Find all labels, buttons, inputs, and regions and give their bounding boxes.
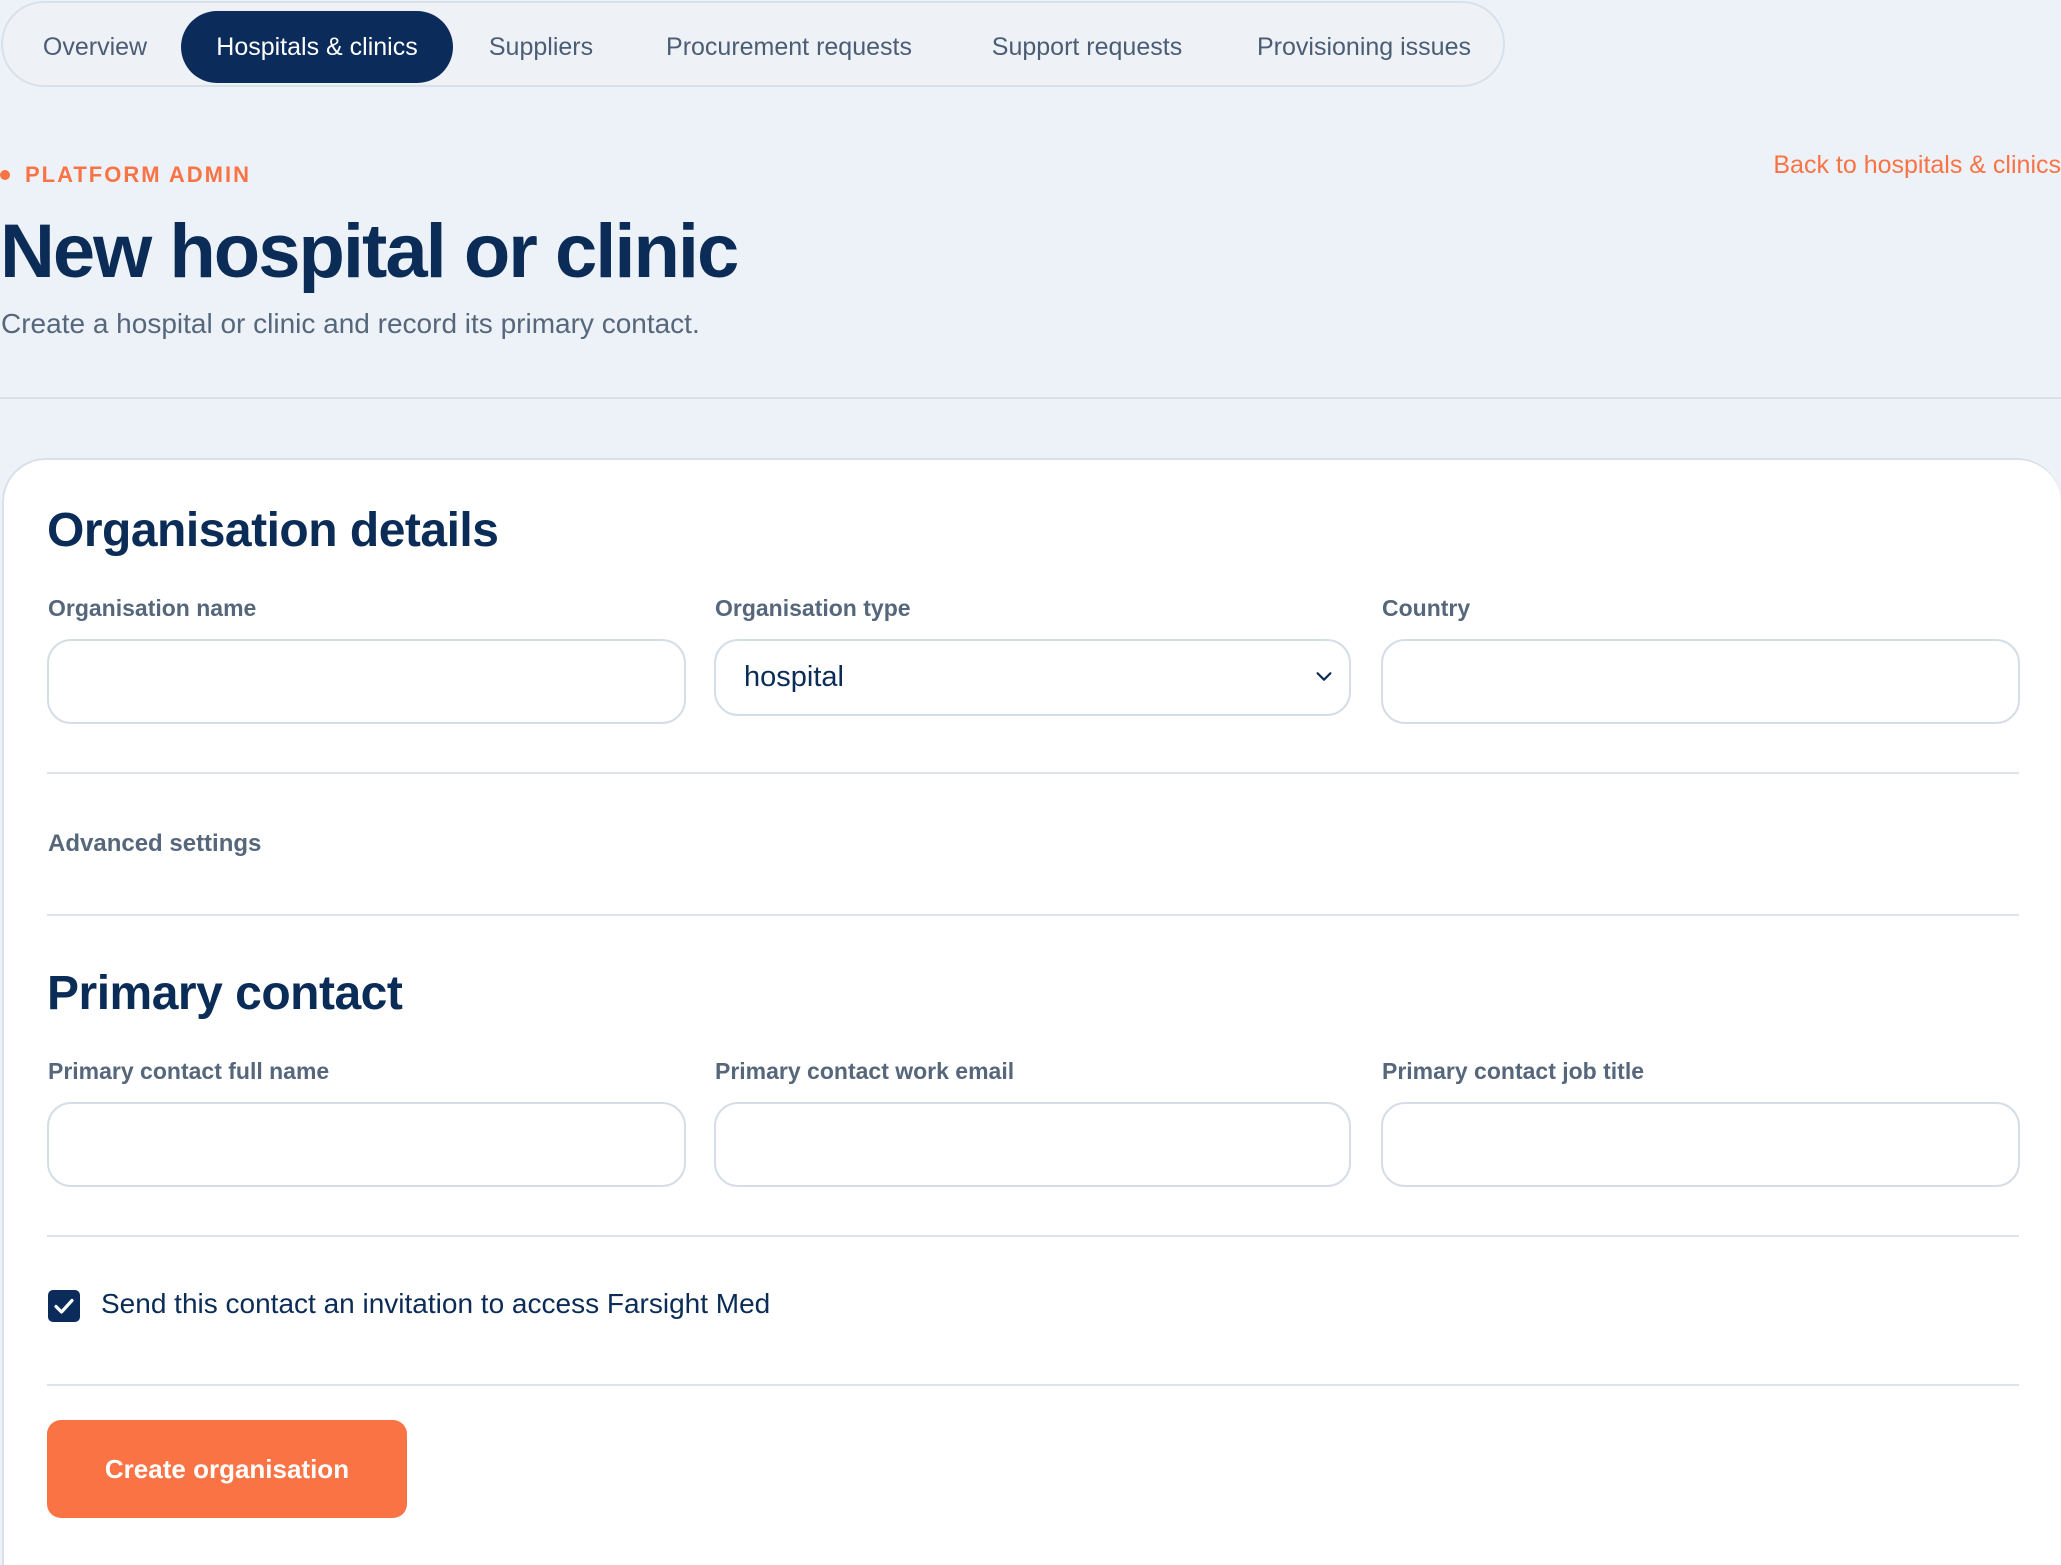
tab-provisioning-issues[interactable]: Provisioning issues <box>1229 11 1499 83</box>
send-invitation-label[interactable]: Send this contact an invitation to acces… <box>101 1288 770 1320</box>
country-label: Country <box>1382 595 1471 621</box>
tab-procurement-requests[interactable]: Procurement requests <box>631 11 947 83</box>
section-divider <box>47 1384 2019 1386</box>
contact-email-label: Primary contact work email <box>715 1058 1015 1084</box>
primary-contact-heading: Primary contact <box>47 967 403 1020</box>
tab-hospitals-clinics[interactable]: Hospitals & clinics <box>181 11 453 83</box>
tab-suppliers[interactable]: Suppliers <box>465 11 617 83</box>
organisation-name-input[interactable] <box>47 639 686 724</box>
page-title: New hospital or clinic <box>0 209 739 294</box>
organisation-name-label: Organisation name <box>48 595 257 621</box>
eyebrow-label: PLATFORM ADMIN <box>25 162 251 187</box>
section-divider <box>47 914 2019 916</box>
contact-job-title-input[interactable] <box>1381 1102 2020 1187</box>
new-organisation-form: Organisation details Organisation name O… <box>2 458 2061 1565</box>
tab-overview[interactable]: Overview <box>15 11 175 83</box>
top-nav: Overview Hospitals & clinics Suppliers P… <box>1 1 1505 87</box>
bullet-dot-icon <box>0 170 10 180</box>
contact-job-title-label: Primary contact job title <box>1382 1058 1645 1084</box>
contact-email-input[interactable] <box>714 1102 1351 1187</box>
organisation-type-label: Organisation type <box>715 595 911 621</box>
checkmark-icon <box>54 1298 74 1314</box>
chevron-down-icon <box>1316 672 1332 681</box>
organisation-details-heading: Organisation details <box>47 504 499 557</box>
page-subtitle: Create a hospital or clinic and record i… <box>1 308 700 339</box>
send-invitation-checkbox[interactable] <box>48 1290 80 1322</box>
contact-full-name-label: Primary contact full name <box>48 1058 330 1084</box>
section-divider <box>47 1235 2019 1237</box>
organisation-type-value: hospital <box>744 661 844 693</box>
advanced-settings-toggle[interactable]: Advanced settings <box>48 830 261 858</box>
section-divider <box>47 772 2019 774</box>
contact-full-name-input[interactable] <box>47 1102 686 1187</box>
country-input[interactable] <box>1381 639 2020 724</box>
organisation-type-select[interactable]: hospital <box>714 639 1351 716</box>
back-to-hospitals-link[interactable]: Back to hospitals & clinics <box>1773 151 2061 180</box>
tab-support-requests[interactable]: Support requests <box>959 11 1215 83</box>
header-divider <box>0 397 2061 399</box>
create-organisation-button[interactable]: Create organisation <box>47 1420 407 1518</box>
eyebrow: PLATFORM ADMIN <box>0 160 251 190</box>
